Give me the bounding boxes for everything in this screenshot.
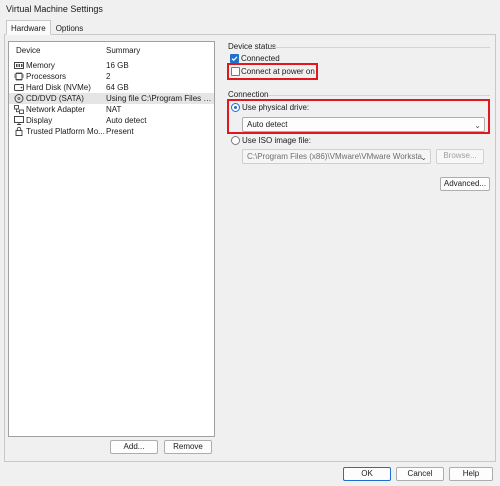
tab-hardware[interactable]: Hardware	[6, 20, 51, 35]
iso-image-path-value: C:\Program Files (x86)\VMware\VMware Wor…	[247, 152, 422, 161]
device-row-hard-disk[interactable]: Hard Disk (NVMe) 64 GB	[9, 82, 214, 93]
device-summary: 16 GB	[106, 61, 129, 70]
network-adapter-icon	[14, 105, 24, 114]
tab-options[interactable]: Options	[51, 20, 89, 35]
display-icon	[14, 116, 24, 125]
device-summary: Present	[106, 127, 134, 136]
device-status-group-label: Device status	[228, 42, 277, 51]
use-physical-drive-radio[interactable]	[231, 103, 240, 112]
physical-drive-select[interactable]: Auto detect ⌄	[242, 117, 485, 132]
window-title: Virtual Machine Settings	[0, 0, 500, 18]
device-summary: NAT	[106, 105, 122, 114]
processor-icon	[14, 72, 24, 81]
ok-button[interactable]: OK	[343, 467, 391, 481]
cd-dvd-icon	[14, 94, 24, 103]
iso-image-path-select[interactable]: C:\Program Files (x86)\VMware\VMware Wor…	[242, 149, 431, 164]
physical-drive-value: Auto detect	[247, 120, 288, 129]
device-name: Hard Disk (NVMe)	[26, 83, 91, 92]
device-list-header: Device Summary	[9, 44, 214, 58]
trusted-platform-icon	[15, 127, 23, 136]
device-name: Processors	[26, 72, 67, 81]
connected-label[interactable]: Connected	[241, 54, 280, 64]
device-row-trusted-platform[interactable]: Trusted Platform Mo... Present	[9, 126, 214, 137]
use-iso-image-radio[interactable]	[231, 136, 240, 145]
device-summary: Auto detect	[106, 116, 147, 125]
device-name: CD/DVD (SATA)	[26, 94, 84, 103]
device-name: Trusted Platform Mo...	[26, 127, 105, 136]
device-list[interactable]: Device Summary Memory 16 GB Processors 2…	[8, 41, 215, 437]
add-device-button[interactable]: Add...	[110, 440, 158, 454]
device-row-display[interactable]: Display Auto detect	[9, 115, 214, 126]
hard-disk-icon	[14, 84, 24, 91]
device-summary: 64 GB	[106, 83, 129, 92]
connection-group-label: Connection	[228, 90, 269, 99]
checkmark-icon	[231, 56, 238, 62]
device-name: Memory	[26, 61, 55, 70]
device-summary: Using file C:\Program Files (...	[106, 94, 212, 103]
device-row-network-adapter[interactable]: Network Adapter NAT	[9, 104, 214, 115]
device-row-memory[interactable]: Memory 16 GB	[9, 60, 214, 71]
connection-divider	[268, 95, 490, 96]
device-status-divider	[270, 47, 490, 48]
tab-strip: Hardware Options	[6, 20, 88, 35]
browse-button[interactable]: Browse...	[436, 149, 484, 164]
device-name: Display	[26, 116, 53, 125]
cancel-button[interactable]: Cancel	[396, 467, 444, 481]
device-row-cd-dvd[interactable]: CD/DVD (SATA) Using file C:\Program File…	[9, 93, 214, 104]
device-summary: 2	[106, 72, 111, 81]
device-row-processors[interactable]: Processors 2	[9, 71, 214, 82]
remove-device-button[interactable]: Remove	[164, 440, 212, 454]
device-name: Network Adapter	[26, 105, 86, 114]
advanced-button[interactable]: Advanced...	[440, 177, 490, 191]
connect-at-power-on-label[interactable]: Connect at power on	[241, 67, 315, 77]
help-button[interactable]: Help	[449, 467, 493, 481]
connected-checkbox[interactable]	[230, 54, 239, 63]
use-iso-image-label[interactable]: Use ISO image file:	[242, 136, 311, 146]
connect-at-power-on-checkbox[interactable]	[231, 67, 240, 76]
chevron-down-icon: ⌄	[474, 121, 481, 130]
chevron-down-icon: ⌄	[420, 153, 427, 162]
device-column-header[interactable]: Device	[16, 44, 40, 58]
summary-column-header[interactable]: Summary	[106, 44, 140, 58]
memory-icon	[14, 62, 24, 69]
use-physical-drive-label[interactable]: Use physical drive:	[242, 103, 309, 113]
